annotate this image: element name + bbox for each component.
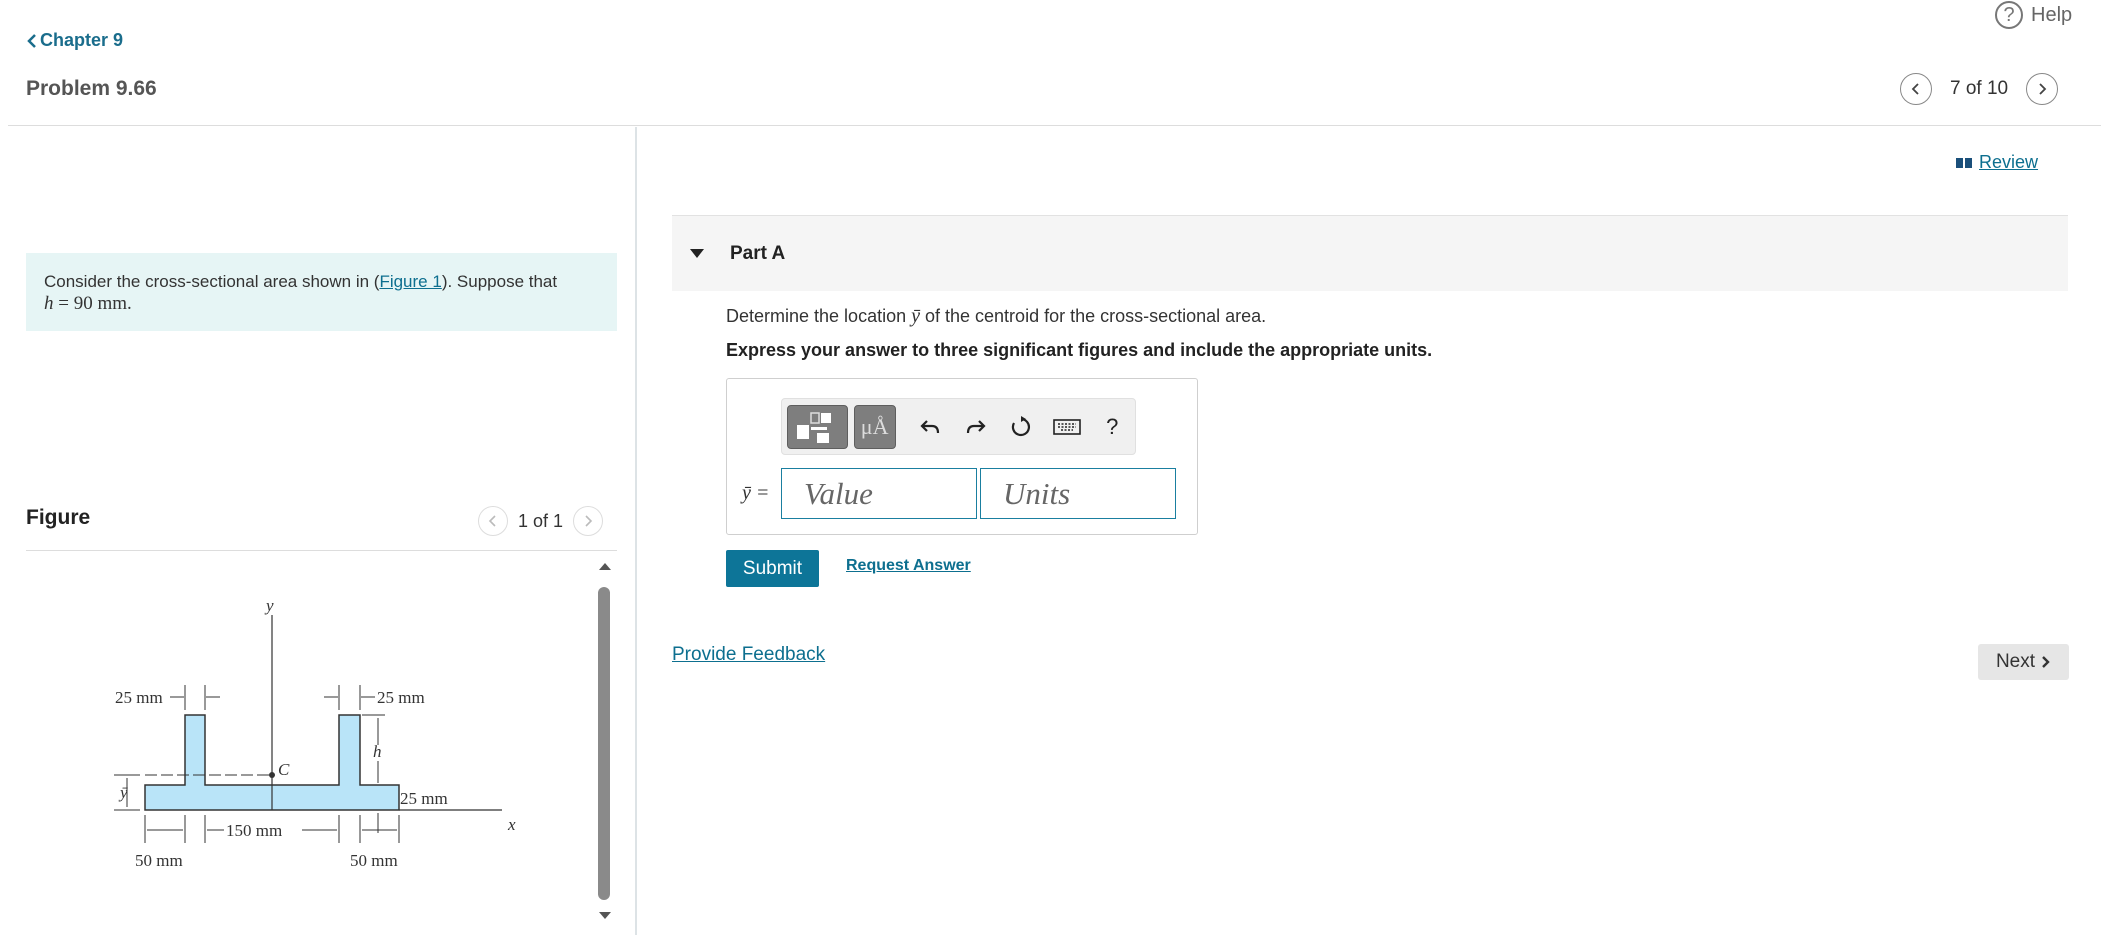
part-title: Part A — [730, 242, 786, 264]
intro-text: Consider the cross-sectional area shown … — [44, 272, 380, 291]
figure-heading: Figure — [26, 506, 91, 529]
submit-button[interactable]: Submit — [726, 550, 819, 587]
answer-label: ȳ = — [742, 482, 769, 505]
keyboard-button[interactable] — [1044, 405, 1089, 449]
undo-button[interactable] — [908, 405, 953, 449]
dim-150mm: 150 mm — [226, 821, 282, 840]
figure-divider — [26, 550, 617, 551]
part-a-header[interactable]: Part A — [672, 215, 2068, 291]
question-after: of the centroid for the cross-sectional … — [920, 306, 1267, 326]
dim-25mm-flange: 25 mm — [400, 789, 448, 808]
header-divider — [8, 125, 2101, 126]
units-tool-button[interactable]: μÅ — [853, 404, 896, 449]
redo-icon — [966, 419, 986, 433]
problem-pager-text: 7 of 10 — [1950, 78, 2009, 99]
question-text: Determine the location ȳ of the centroid… — [726, 305, 1266, 328]
templates-button[interactable] — [787, 404, 848, 449]
figure-pager-text: 1 of 1 — [518, 510, 564, 531]
figure-link[interactable]: Figure 1 — [379, 272, 441, 291]
figure-scroll-thumb[interactable] — [598, 587, 610, 900]
previous-figure-button[interactable] — [478, 506, 508, 536]
dim-50mm-left: 50 mm — [135, 851, 183, 870]
x-axis-label: x — [507, 815, 516, 834]
pane-divider — [635, 127, 637, 935]
chevron-left-icon — [1911, 83, 1919, 95]
chevron-right-icon — [2042, 656, 2050, 668]
collapse-triangle-icon — [690, 249, 704, 258]
instruction-text: Express your answer to three significant… — [726, 340, 1433, 360]
problem-title: Problem 9.66 — [26, 77, 157, 100]
h-variable: h — [44, 293, 54, 314]
dim-25mm-left: 25 mm — [115, 688, 163, 707]
chevron-right-icon — [585, 515, 593, 527]
centroid-point — [269, 772, 275, 778]
next-figure-button[interactable] — [573, 506, 604, 536]
templates-icon — [797, 411, 831, 443]
scroll-down-icon[interactable] — [598, 910, 612, 922]
reset-icon — [1012, 415, 1031, 436]
request-answer-link[interactable]: Request Answer — [846, 557, 971, 575]
review-link[interactable]: Review — [1955, 152, 2038, 173]
ybar-label: ȳ — [118, 783, 128, 802]
h-label: h — [373, 742, 382, 761]
dim-50mm-right: 50 mm — [350, 851, 398, 870]
next-problem-button[interactable] — [2026, 73, 2059, 105]
provide-feedback-link[interactable]: Provide Feedback — [672, 644, 825, 666]
review-label: Review — [1979, 152, 2039, 172]
tool-help-button[interactable]: ? — [1089, 405, 1134, 449]
help-link[interactable]: ? Help — [1995, 0, 2072, 30]
centroid-label: C — [278, 760, 290, 779]
units-tool-icon: μÅ — [860, 413, 889, 439]
chevron-left-icon — [27, 33, 36, 48]
question-before: Determine the location — [726, 306, 912, 326]
ybar-variable: ȳ — [911, 305, 920, 327]
value-input[interactable] — [781, 468, 977, 519]
intro-text-after: ). Suppose that — [441, 272, 558, 291]
undo-icon — [920, 419, 940, 433]
problem-pager: 7 of 10 — [1900, 73, 2059, 105]
keyboard-icon — [1052, 418, 1081, 435]
figure-pager: 1 of 1 — [478, 506, 604, 536]
cross-section-figure: y x C ȳ 25 mm 25 mm h 25 mm 150 mm 50 mm… — [114, 596, 516, 870]
equation-toolbar: μÅ ? — [781, 398, 1136, 455]
next-button[interactable]: Next — [1978, 644, 2069, 680]
units-input[interactable] — [980, 468, 1176, 519]
next-label: Next — [1995, 651, 2036, 672]
answer-label-text: ȳ = — [742, 482, 770, 504]
h-value: = 90 mm. — [53, 293, 132, 314]
help-icon: ? — [1995, 1, 2023, 29]
dim-25mm-right: 25 mm — [377, 688, 425, 707]
tool-help-icon: ? — [1106, 413, 1119, 439]
book-icon — [1956, 157, 1972, 168]
chapter-back-link[interactable]: Chapter 9 — [26, 30, 123, 51]
chevron-left-icon — [488, 515, 496, 527]
y-axis-label: y — [264, 596, 274, 615]
problem-intro: Consider the cross-sectional area shown … — [26, 253, 617, 331]
help-label: Help — [2031, 3, 2073, 26]
previous-problem-button[interactable] — [1900, 73, 1932, 105]
reset-button[interactable] — [999, 405, 1044, 449]
redo-button[interactable] — [953, 405, 998, 449]
chevron-right-icon — [2039, 83, 2047, 95]
scroll-up-icon[interactable] — [598, 560, 612, 572]
chapter-label: Chapter 9 — [40, 30, 124, 50]
